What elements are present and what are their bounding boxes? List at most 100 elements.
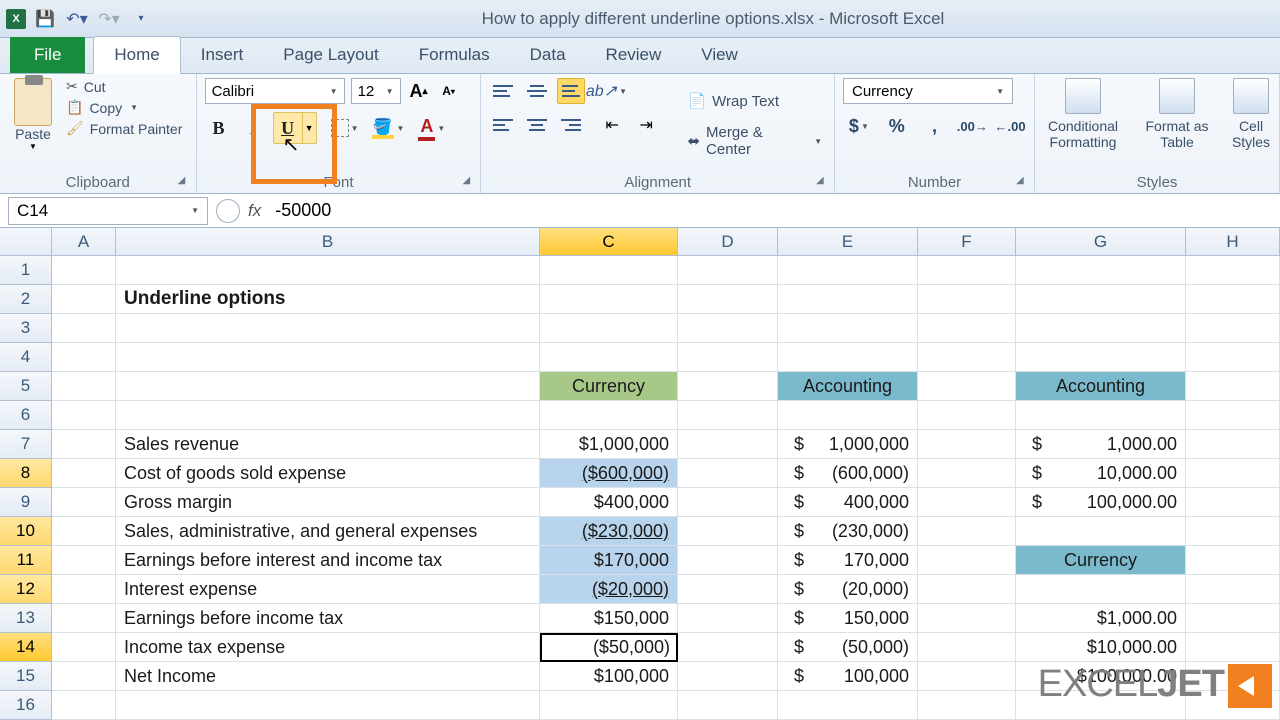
- cell-value[interactable]: $1,000.00: [1016, 604, 1186, 633]
- cell[interactable]: [778, 343, 918, 372]
- col-header-d[interactable]: D: [678, 228, 778, 255]
- cell-value[interactable]: $100,000: [540, 662, 678, 691]
- comma-button[interactable]: ,: [919, 112, 951, 140]
- fx-icon[interactable]: fx: [248, 201, 261, 221]
- col-header-c[interactable]: C: [540, 228, 678, 255]
- format-painter-button[interactable]: 🖌Format Painter: [66, 120, 182, 137]
- align-top-button[interactable]: [489, 78, 517, 104]
- cell[interactable]: [678, 662, 778, 691]
- cell[interactable]: [1016, 343, 1186, 372]
- cell[interactable]: [116, 401, 540, 430]
- cell[interactable]: [52, 256, 116, 285]
- cell[interactable]: [678, 691, 778, 720]
- cell[interactable]: [52, 343, 116, 372]
- increase-font-button[interactable]: A▴: [407, 79, 431, 103]
- orientation-button[interactable]: ab↗▼: [591, 78, 621, 104]
- number-dialog-launcher[interactable]: ◢: [1016, 175, 1030, 189]
- font-name-select[interactable]: Calibri▼: [205, 78, 345, 104]
- increase-indent-button[interactable]: ⇥: [635, 112, 663, 138]
- cell[interactable]: [1016, 575, 1186, 604]
- cell-label[interactable]: Earnings before income tax: [116, 604, 540, 633]
- row-header[interactable]: 7: [0, 430, 52, 459]
- cell-label[interactable]: Earnings before interest and income tax: [116, 546, 540, 575]
- borders-button[interactable]: ▼: [331, 119, 359, 137]
- cell[interactable]: [52, 372, 116, 401]
- cell[interactable]: [918, 604, 1016, 633]
- cell[interactable]: [52, 575, 116, 604]
- cell[interactable]: [918, 430, 1016, 459]
- tab-page-layout[interactable]: Page Layout: [263, 37, 398, 73]
- cell[interactable]: [1186, 430, 1280, 459]
- cell-value[interactable]: $400,000: [778, 488, 918, 517]
- row-header[interactable]: 13: [0, 604, 52, 633]
- cell[interactable]: [678, 401, 778, 430]
- cell-value[interactable]: $(50,000): [778, 633, 918, 662]
- tab-home[interactable]: Home: [93, 36, 180, 74]
- cell[interactable]: [52, 517, 116, 546]
- cell-label[interactable]: Income tax expense: [116, 633, 540, 662]
- row-header[interactable]: 3: [0, 314, 52, 343]
- cell-value[interactable]: $100,000: [778, 662, 918, 691]
- tab-insert[interactable]: Insert: [181, 37, 264, 73]
- cell[interactable]: [918, 401, 1016, 430]
- cell-value[interactable]: $1,000,000: [540, 430, 678, 459]
- cell[interactable]: [778, 691, 918, 720]
- cell[interactable]: [1186, 459, 1280, 488]
- row-header[interactable]: 8: [0, 459, 52, 488]
- cell-value[interactable]: $10,000.00: [1016, 633, 1186, 662]
- cell-value[interactable]: $170,000: [778, 546, 918, 575]
- align-center-button[interactable]: [523, 112, 551, 138]
- row-header[interactable]: 2: [0, 285, 52, 314]
- cell[interactable]: [116, 314, 540, 343]
- cell[interactable]: [678, 546, 778, 575]
- cell[interactable]: [52, 314, 116, 343]
- cell[interactable]: [52, 401, 116, 430]
- cell-header-accounting2[interactable]: Accounting: [1016, 372, 1186, 401]
- cell[interactable]: [778, 285, 918, 314]
- save-button[interactable]: 💾: [34, 8, 56, 30]
- row-header[interactable]: 16: [0, 691, 52, 720]
- cell[interactable]: [1186, 401, 1280, 430]
- cell-value[interactable]: ($20,000): [540, 575, 678, 604]
- cell[interactable]: [1186, 488, 1280, 517]
- cell[interactable]: [1186, 546, 1280, 575]
- paste-button[interactable]: Paste ▼: [8, 78, 58, 172]
- cell-value[interactable]: $150,000: [778, 604, 918, 633]
- row-header[interactable]: 9: [0, 488, 52, 517]
- cell[interactable]: [918, 633, 1016, 662]
- cell[interactable]: [918, 256, 1016, 285]
- cell[interactable]: [1186, 372, 1280, 401]
- cell[interactable]: [1186, 285, 1280, 314]
- tab-view[interactable]: View: [681, 37, 758, 73]
- cell[interactable]: [918, 546, 1016, 575]
- name-box[interactable]: C14▼: [8, 197, 208, 225]
- font-color-button[interactable]: A▼: [418, 116, 445, 141]
- cell[interactable]: [678, 488, 778, 517]
- cell[interactable]: [678, 633, 778, 662]
- cell-header-accounting[interactable]: Accounting: [778, 372, 918, 401]
- cell[interactable]: [52, 691, 116, 720]
- clipboard-dialog-launcher[interactable]: ◢: [178, 175, 192, 189]
- tab-data[interactable]: Data: [510, 37, 586, 73]
- cell[interactable]: [778, 401, 918, 430]
- cancel-button[interactable]: [216, 199, 240, 223]
- cell[interactable]: [678, 430, 778, 459]
- cell[interactable]: [52, 604, 116, 633]
- undo-button[interactable]: ↶▾: [66, 8, 88, 30]
- cell[interactable]: [540, 256, 678, 285]
- cell-label[interactable]: Net Income: [116, 662, 540, 691]
- cell[interactable]: [540, 401, 678, 430]
- col-header-h[interactable]: H: [1186, 228, 1280, 255]
- merge-center-button[interactable]: ⬌Merge & Center▼: [683, 122, 826, 160]
- alignment-dialog-launcher[interactable]: ◢: [816, 175, 830, 189]
- number-format-select[interactable]: Currency▼: [843, 78, 1013, 104]
- cell[interactable]: [52, 459, 116, 488]
- cell[interactable]: [678, 285, 778, 314]
- row-header[interactable]: 10: [0, 517, 52, 546]
- cell-label[interactable]: Gross margin: [116, 488, 540, 517]
- cell[interactable]: [918, 517, 1016, 546]
- cell-active[interactable]: ($50,000): [540, 633, 678, 662]
- cell-value[interactable]: $(600,000): [778, 459, 918, 488]
- decrease-indent-button[interactable]: ⇤: [601, 112, 629, 138]
- align-bottom-button[interactable]: [557, 78, 585, 104]
